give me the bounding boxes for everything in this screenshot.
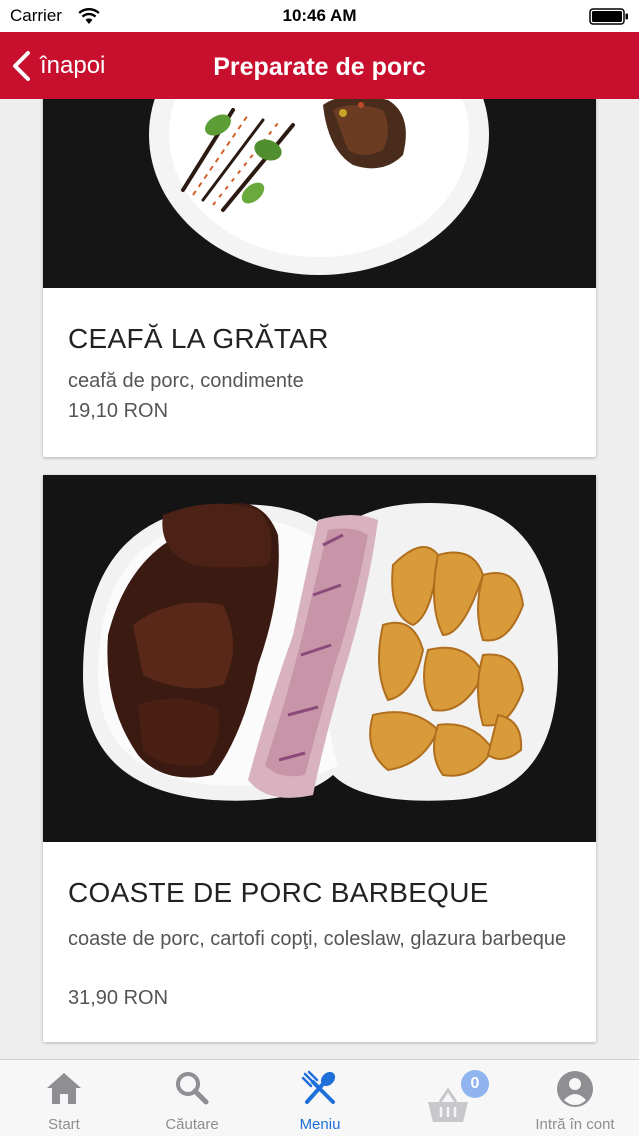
tab-search[interactable]: Căutare — [128, 1060, 256, 1136]
status-bar: Carrier 10:46 AM — [0, 0, 639, 32]
app-screen: Carrier 10:46 AM înapoi Preparate de por… — [0, 0, 639, 1136]
product-image-bbq-ribs — [43, 475, 596, 842]
product-description: ceafă de porc, condimente — [68, 370, 304, 392]
tab-start[interactable]: Start — [0, 1060, 128, 1136]
home-icon — [47, 1073, 81, 1104]
chevron-left-icon — [13, 51, 30, 81]
tab-bar: Start Căutare Meniu 0 Intră în cont — [0, 1059, 639, 1136]
battery-icon — [589, 8, 628, 25]
product-card[interactable]: CEAFĂ LA GRĂTAR ceafă de porc, condiment… — [43, 99, 596, 457]
product-title: CEAFĂ LA GRĂTAR — [68, 323, 329, 354]
product-image-grilled-neck — [43, 99, 596, 288]
product-card[interactable]: COASTE DE PORC BARBEQUE coaste de porc, … — [43, 475, 596, 1042]
product-list: CEAFĂ LA GRĂTAR ceafă de porc, condiment… — [0, 99, 639, 1059]
product-price: 31,90 RON — [68, 987, 169, 1009]
product-title: COASTE DE PORC BARBEQUE — [68, 877, 489, 908]
user-icon — [557, 1071, 593, 1107]
product-price: 19,10 RON — [68, 400, 169, 422]
search-icon — [176, 1072, 209, 1105]
cutlery-icon — [301, 1070, 336, 1104]
cart-count-badge: 0 — [461, 1070, 489, 1098]
tab-label: Intră în cont — [535, 1116, 615, 1133]
back-label: înapoi — [40, 52, 106, 79]
clock: 10:46 AM — [282, 6, 357, 25]
tab-label: Meniu — [299, 1116, 341, 1133]
tab-label: Căutare — [165, 1116, 219, 1133]
tab-menu[interactable]: Meniu — [256, 1060, 384, 1136]
product-description: coaste de porc, cartofi copţi, coleslaw,… — [68, 928, 567, 950]
navigation-bar: înapoi Preparate de porc — [0, 32, 639, 99]
tab-label: Start — [48, 1116, 80, 1133]
tab-cart[interactable]: 0 — [384, 1060, 512, 1136]
back-button[interactable]: înapoi — [10, 46, 105, 86]
tab-account[interactable]: Intră în cont — [511, 1060, 639, 1136]
